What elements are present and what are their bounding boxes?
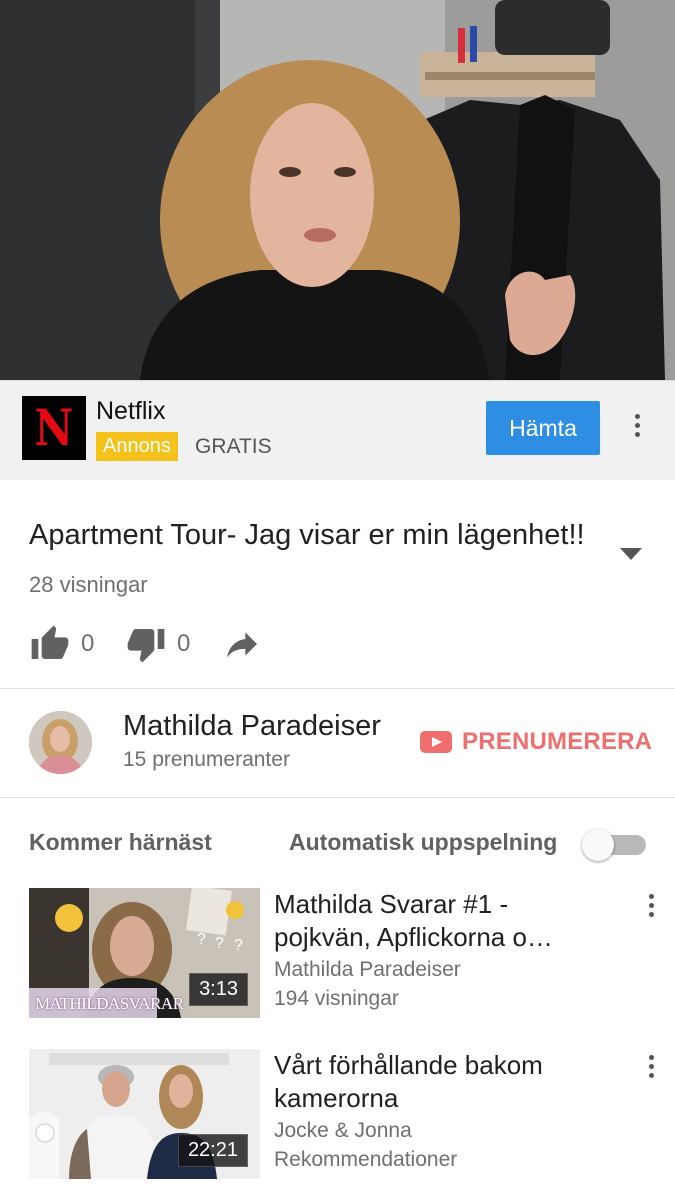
expand-description-icon[interactable] xyxy=(620,548,642,560)
video-view-count: 194 visningar xyxy=(274,987,399,1010)
ad-price: GRATIS xyxy=(195,435,272,458)
video-view-count: 28 visningar xyxy=(29,572,148,597)
dislike-button[interactable]: 0 xyxy=(125,622,190,666)
video-title: Apartment Tour- Jag visar er min lägenhe… xyxy=(29,519,585,551)
share-arrow-icon xyxy=(227,632,257,658)
list-item[interactable]: ? ? ? MATHILDASVARAR 3:13 Mathilda Svara… xyxy=(0,888,675,1020)
ad-title: Netflix xyxy=(96,397,166,425)
video-title: Mathilda Svarar #1 - pojkvän, Apflickorn… xyxy=(274,889,553,952)
video-duration: 3:13 xyxy=(189,973,248,1006)
up-next-heading: Kommer härnäst xyxy=(29,829,212,855)
toggle-knob xyxy=(582,829,614,861)
svg-text:?: ? xyxy=(215,935,224,952)
subscriber-count: 15 prenumeranter xyxy=(123,748,290,771)
channel-name[interactable]: Mathilda Paradeiser xyxy=(123,710,381,743)
more-options-icon[interactable] xyxy=(639,890,663,920)
video-thumbnail[interactable]: ? ? ? MATHILDASVARAR 3:13 xyxy=(29,888,260,1018)
list-item[interactable]: 22:21 Vårt förhållande bakom kamerorna J… xyxy=(0,1049,675,1181)
svg-text:?: ? xyxy=(234,937,243,954)
video-thumbnail[interactable]: 22:21 xyxy=(29,1049,260,1179)
svg-text:?: ? xyxy=(197,931,206,948)
thumbs-down-icon xyxy=(127,629,165,663)
video-channel: Jocke & Jonna xyxy=(274,1119,412,1142)
like-count: 0 xyxy=(81,630,95,657)
video-channel: Mathilda Paradeiser xyxy=(274,958,461,981)
video-player[interactable] xyxy=(0,0,675,380)
subscribe-button[interactable]: PRENUMERERA xyxy=(420,727,652,757)
ad-more-options-icon[interactable] xyxy=(625,410,649,440)
more-options-icon[interactable] xyxy=(639,1051,663,1081)
divider xyxy=(0,688,675,689)
recommendation-label: Rekommendationer xyxy=(274,1148,458,1171)
divider xyxy=(0,797,675,798)
video-frame-image xyxy=(0,0,675,380)
youtube-play-icon xyxy=(420,731,452,753)
thumbnail-caption: MATHILDASVARAR xyxy=(35,994,184,1013)
video-duration: 22:21 xyxy=(177,1134,248,1167)
ad-badge: Annons xyxy=(96,432,178,461)
video-title: Vårt förhållande bakom kamerorna xyxy=(274,1050,543,1113)
autoplay-toggle[interactable] xyxy=(582,828,646,861)
ad-install-button[interactable]: Hämta xyxy=(486,401,600,455)
dislike-count: 0 xyxy=(177,630,191,657)
netflix-logo: N xyxy=(22,396,86,460)
autoplay-label: Automatisk uppspelning xyxy=(289,829,558,855)
ad-banner[interactable]: N Netflix Annons GRATIS Hämta xyxy=(0,380,675,480)
channel-avatar[interactable] xyxy=(29,711,92,774)
share-button[interactable] xyxy=(221,622,263,666)
avatar-image xyxy=(29,711,92,774)
subscribe-label: PRENUMERERA xyxy=(462,728,653,755)
thumbs-up-icon xyxy=(31,625,69,659)
like-button[interactable]: 0 xyxy=(29,622,94,666)
